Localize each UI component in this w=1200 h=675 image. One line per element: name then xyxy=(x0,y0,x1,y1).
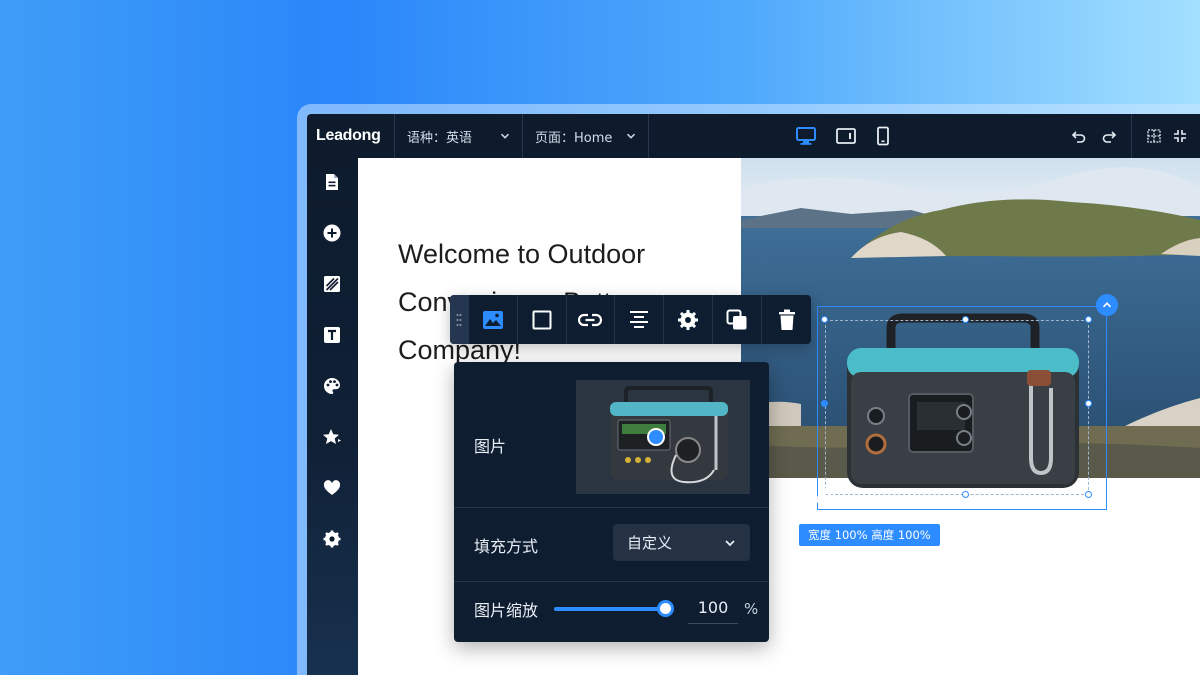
tablet-icon[interactable] xyxy=(835,126,857,146)
image-thumbnail[interactable] xyxy=(576,380,750,494)
view-tools xyxy=(1147,114,1187,158)
link-icon xyxy=(578,313,603,326)
language-dropdown[interactable]: 语种：英语 xyxy=(395,114,523,158)
zoom-slider-track[interactable] xyxy=(554,607,667,611)
grip-icon xyxy=(456,313,462,326)
zoom-input[interactable]: 100 xyxy=(688,596,738,624)
fill-label: 填充方式 xyxy=(474,537,539,556)
delete-button[interactable] xyxy=(762,295,811,344)
palette-icon[interactable] xyxy=(322,376,342,396)
fullscreen-icon[interactable] xyxy=(1173,129,1187,143)
layout-icon[interactable] xyxy=(322,274,342,294)
chevron-down-icon xyxy=(626,133,636,139)
chevron-down-icon xyxy=(500,133,510,139)
expand-icon[interactable] xyxy=(815,487,832,504)
page-dropdown[interactable]: 页面：Home xyxy=(523,114,649,158)
element-toolbar xyxy=(450,295,811,344)
resize-handle[interactable] xyxy=(962,491,969,498)
image-icon xyxy=(482,310,503,329)
link-button[interactable] xyxy=(567,295,616,344)
toolbar-divider xyxy=(1131,114,1132,158)
settings-icon xyxy=(678,309,699,330)
fill-value: 自定义 xyxy=(627,534,673,552)
image-settings-panel: 图片 填充方式 自定义 图片缩放 100 % xyxy=(454,362,769,642)
star-icon[interactable] xyxy=(322,427,342,447)
image-row: 图片 xyxy=(454,362,769,508)
copy-icon xyxy=(726,309,747,329)
text-icon[interactable] xyxy=(322,325,342,345)
mobile-icon[interactable] xyxy=(875,126,891,146)
border-icon xyxy=(532,310,552,329)
image-bounds xyxy=(825,320,1089,495)
zoom-slider-handle[interactable] xyxy=(657,600,674,617)
resize-handle[interactable] xyxy=(1085,400,1092,407)
resize-handle[interactable] xyxy=(962,316,969,323)
settings-icon[interactable] xyxy=(322,529,342,549)
language-label: 语种：英语 xyxy=(407,130,473,146)
page-icon[interactable] xyxy=(322,172,342,192)
chevron-down-icon xyxy=(725,539,735,546)
image-label: 图片 xyxy=(474,437,507,456)
heart-icon[interactable] xyxy=(322,478,342,498)
top-bar: Leadong 语种：英语 页面：Home xyxy=(307,114,1200,158)
copy-button[interactable] xyxy=(713,295,763,344)
image-button[interactable] xyxy=(469,295,518,344)
align-button[interactable] xyxy=(615,295,665,344)
desktop-icon[interactable] xyxy=(795,126,817,146)
resize-handle[interactable] xyxy=(1085,316,1092,323)
move-up-button[interactable] xyxy=(1096,294,1118,316)
page-label: 页面：Home xyxy=(535,130,613,146)
left-sidebar xyxy=(307,158,358,675)
device-switcher xyxy=(795,114,891,158)
settings-button[interactable] xyxy=(664,295,714,344)
add-icon[interactable] xyxy=(322,223,342,243)
drag-handle[interactable] xyxy=(450,295,469,344)
delete-icon xyxy=(778,309,795,330)
fill-mode-select[interactable]: 自定义 xyxy=(613,524,750,561)
logo: Leadong xyxy=(307,114,395,158)
grid-icon[interactable] xyxy=(1147,129,1161,143)
resize-handle[interactable] xyxy=(1085,491,1092,498)
align-center-icon xyxy=(630,310,649,328)
resize-handle[interactable] xyxy=(821,316,828,323)
chevron-up-icon xyxy=(1102,302,1112,308)
zoom-label: 图片缩放 xyxy=(474,601,539,620)
redo-icon[interactable] xyxy=(1101,128,1117,144)
history-controls xyxy=(1071,114,1117,158)
zoom-unit: % xyxy=(744,600,759,618)
border-button[interactable] xyxy=(518,295,567,344)
resize-handle[interactable] xyxy=(821,400,828,407)
size-badge: 宽度 100% 高度 100% xyxy=(799,524,940,546)
undo-icon[interactable] xyxy=(1071,128,1087,144)
